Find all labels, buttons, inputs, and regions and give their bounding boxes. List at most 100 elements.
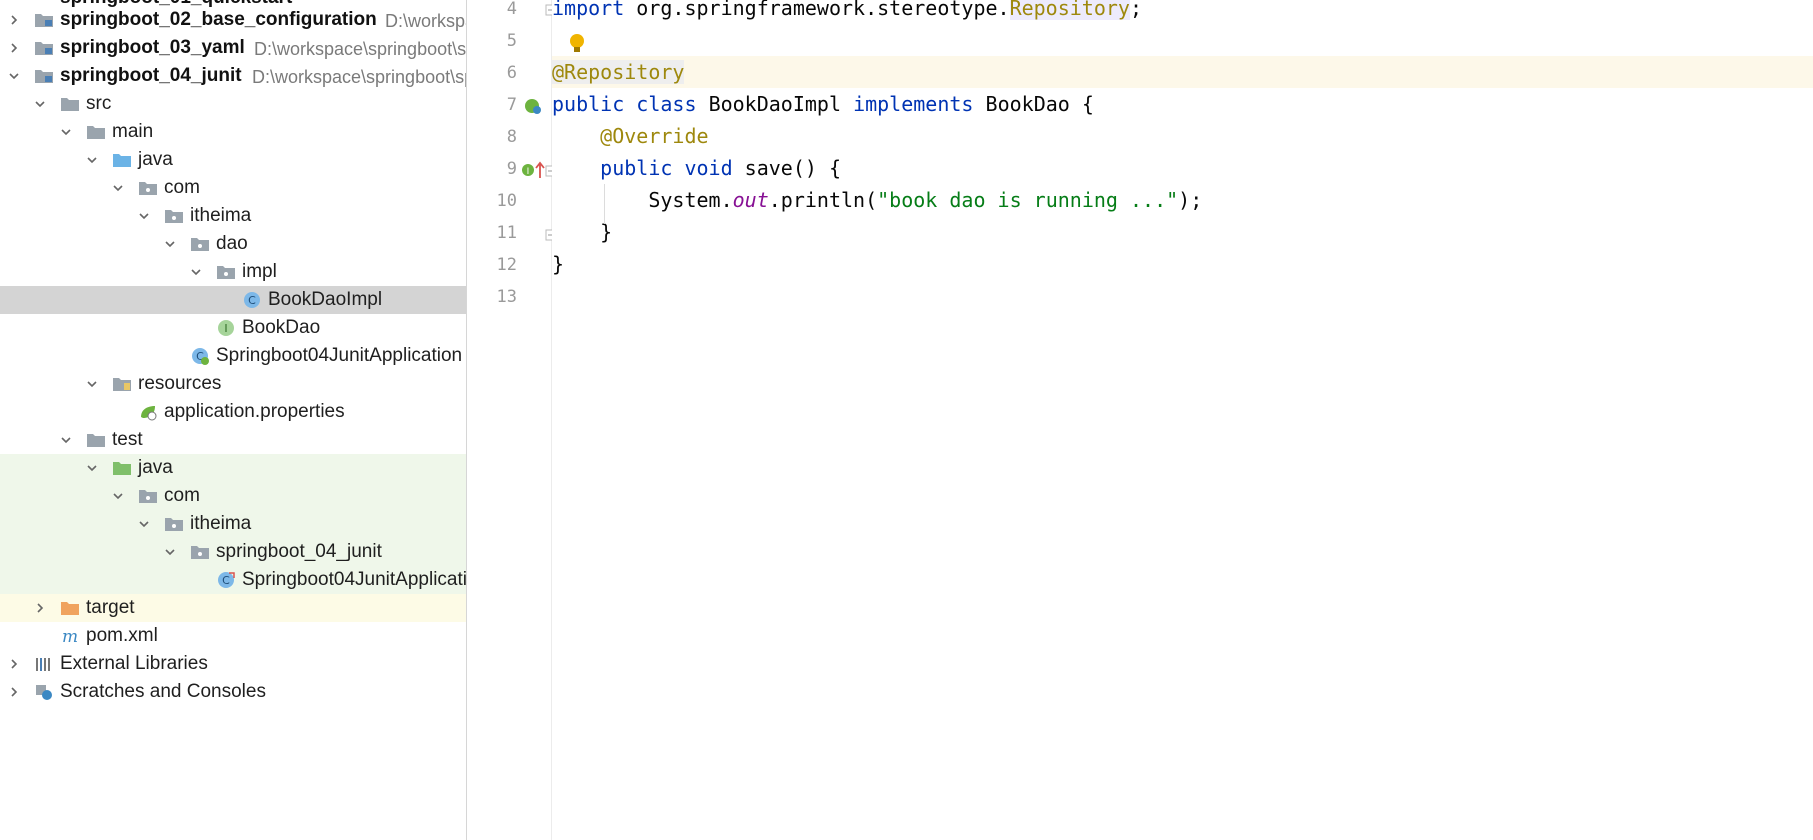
code-token: System. [648,188,733,212]
tree-item-target[interactable]: target [0,594,466,622]
code-token: "book dao is running ..." [877,188,1179,212]
tree-item-test[interactable]: test [0,426,466,454]
chevron-right-icon[interactable] [8,686,20,698]
lightbulb-icon[interactable] [568,32,586,56]
svg-text:C: C [222,574,230,587]
svg-text:I: I [224,322,227,335]
code-token: ); [1178,188,1203,212]
spring-bean-icon[interactable] [523,96,543,116]
module-folder-icon [35,42,53,55]
code-line-7: public class BookDaoImpl implements Book… [552,88,1813,120]
chevron-down-icon[interactable] [164,238,176,250]
chevron-right-icon[interactable] [34,602,46,614]
tree-item-label: resources [138,373,222,394]
tree-item-src[interactable]: src [0,90,466,118]
module-folder-icon [35,14,53,27]
spring-properties-icon [141,406,157,421]
tree-item-path: D:\workspace\springboot\springboot_02_ba… [385,11,466,31]
tree-item-springboot-02[interactable]: springboot_02_base_configuration D:\work… [0,6,466,34]
tree-item-itheima[interactable]: itheima [0,202,466,230]
tree-item-main[interactable]: main [0,118,466,146]
chevron-down-icon[interactable] [164,546,176,558]
package-icon [139,490,157,503]
tree-item-application-tests[interactable]: C Springboot04JunitApplicationTests [0,566,466,594]
code-token: public [600,156,673,180]
chevron-down-icon[interactable] [112,490,124,502]
package-icon [191,546,209,559]
chevron-down-icon[interactable] [138,518,150,530]
tree-item-resources[interactable]: resources [0,370,466,398]
tree-item-bookdao[interactable]: I BookDao [0,314,466,342]
code-token: save() { [732,156,842,180]
source-folder-icon [113,154,131,167]
tree-item-scratches[interactable]: Scratches and Consoles [0,678,466,706]
code-token: BookDaoImpl [708,92,842,116]
tree-item-java-test[interactable]: java [0,454,466,482]
tree-item-dao[interactable]: dao [0,230,466,258]
chevron-down-icon[interactable] [190,266,202,278]
tree-item-springboot-04[interactable]: springboot_04_junit D:\workspace\springb… [0,62,466,90]
tree-item-label: itheima [190,513,252,534]
line-number: 4 [506,0,517,19]
chevron-down-icon[interactable] [86,378,98,390]
code-token: @Repository [552,60,685,84]
chevron-down-icon[interactable] [138,210,150,222]
libraries-icon [36,658,50,671]
tree-item-impl[interactable]: impl [0,258,466,286]
tree-item-pom-xml[interactable]: m pom.xml [0,622,466,650]
override-method-icon[interactable]: I [521,160,547,180]
tree-item-label: main [112,121,154,142]
test-class-icon: C [218,572,235,588]
tree-item-springboot-03[interactable]: springboot_03_yaml D:\workspace\springbo… [0,34,466,62]
package-icon [139,182,157,195]
chevron-right-icon[interactable] [8,14,20,26]
chevron-down-icon[interactable] [34,98,46,110]
tree-item-com[interactable]: com [0,174,466,202]
chevron-down-icon[interactable] [60,434,72,446]
code-token: public [552,92,625,116]
tree-item-label: test [112,429,143,450]
code-token: Repository [1009,0,1130,20]
tree-item-label: BookDao [242,317,321,338]
tree-item-java-main[interactable]: java [0,146,466,174]
svg-text:C: C [248,294,256,307]
scratches-icon [36,685,52,700]
folder-icon [61,98,79,111]
tree-item-application-properties[interactable]: application.properties [0,398,466,426]
chevron-right-icon[interactable] [8,42,20,54]
line-number: 5 [506,31,517,51]
tree-item-path: D:\workspace\springboot\springboot_03_ya… [254,39,467,59]
chevron-right-icon[interactable] [8,658,20,670]
code-line-8: @Override [552,120,1813,152]
tree-item-label: com [164,177,200,198]
chevron-down-icon[interactable] [86,462,98,474]
spring-boot-class-icon: C [192,348,209,365]
tree-item-itheima-test[interactable]: itheima [0,510,466,538]
chevron-down-icon[interactable] [112,182,124,194]
folder-icon [87,434,105,447]
package-icon [165,210,183,223]
line-number: 9 [506,159,517,179]
indent-guide [604,184,605,224]
editor-gutter: 4 5 6 7 8 9 10 11 12 13 I [467,0,557,840]
tree-item-label: springboot_03_yaml [60,37,245,58]
project-tree: springboot_01_quickstart springboot_02_b… [0,0,467,840]
chevron-down-icon[interactable] [8,70,20,82]
tree-item-label: com [164,485,200,506]
tree-item-label: impl [242,261,277,282]
tree-item-bookdaoimpl[interactable]: C BookDaoImpl [0,286,466,314]
line-number: 11 [496,223,517,243]
tree-item-com-test[interactable]: com [0,482,466,510]
tree-item-springboot-04-junit-pkg[interactable]: springboot_04_junit [0,538,466,566]
code-line-4: import org.springframework.stereotype.Re… [552,0,1813,24]
code-token: org.springframework.stereotype. [624,0,1010,20]
line-number: 10 [496,191,517,211]
code-line-11: } [552,216,1813,248]
code-token: BookDao { [985,92,1094,116]
chevron-down-icon[interactable] [60,126,72,138]
tree-item-external-libraries[interactable]: External Libraries [0,650,466,678]
tree-item-application-class[interactable]: C Springboot04JunitApplication [0,342,466,370]
code-editor[interactable]: import org.springframework.stereotype.Re… [552,0,1813,840]
chevron-down-icon[interactable] [86,154,98,166]
